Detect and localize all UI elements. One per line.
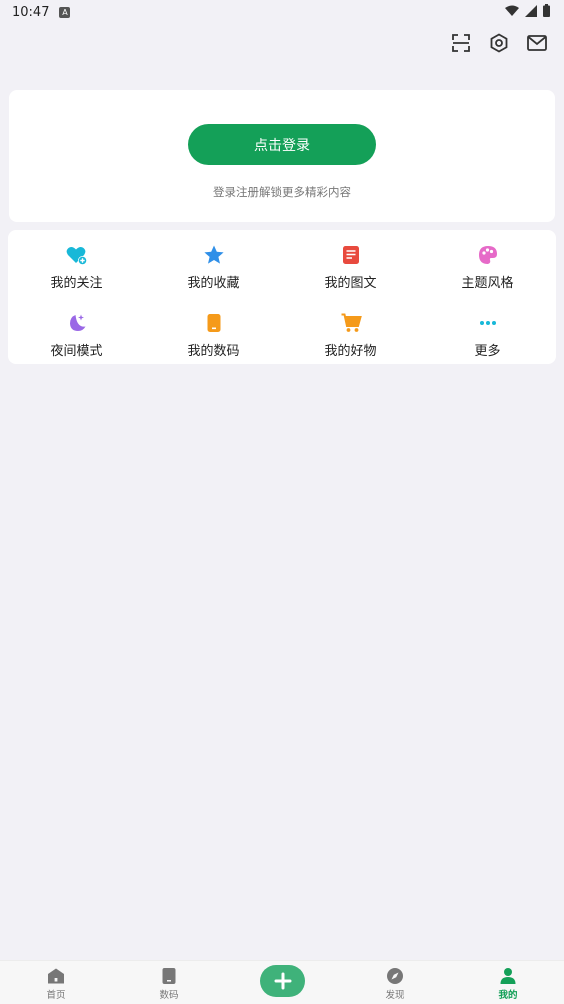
- moon-icon: [66, 312, 88, 334]
- nav-label: 数码: [159, 990, 179, 1001]
- signal-icon: [525, 4, 537, 17]
- gear-icon: [490, 33, 508, 53]
- nav-label: 首页: [46, 990, 66, 1001]
- phone-icon: [203, 312, 225, 334]
- nav-label: 我的: [498, 990, 518, 1001]
- menu-item-label: 夜间模式: [50, 344, 103, 359]
- wifi-icon: [505, 5, 519, 16]
- menu-item-label: 我的图文: [324, 276, 377, 291]
- menu-item-more[interactable]: 更多: [419, 312, 556, 359]
- login-button[interactable]: 点击登录: [188, 124, 376, 165]
- nav-devices[interactable]: 数码: [139, 967, 199, 1001]
- palette-icon: [477, 244, 499, 266]
- scan-button[interactable]: [450, 32, 472, 54]
- nav-discover[interactable]: 发现: [365, 967, 425, 1001]
- phone-icon: [162, 968, 176, 984]
- home-icon: [48, 968, 64, 984]
- star-icon: [203, 244, 225, 266]
- status-time: 10:47: [12, 4, 50, 20]
- battery-icon: [543, 4, 550, 17]
- cart-icon: [340, 312, 362, 334]
- menu-item-label: 我的好物: [324, 344, 377, 359]
- menu-item-night-mode[interactable]: 夜间模式: [8, 312, 145, 359]
- menu-item-following[interactable]: 我的关注: [8, 244, 145, 291]
- nav-label: 发现: [385, 990, 405, 1001]
- compass-icon: [387, 968, 403, 984]
- app-notification-icon: A: [59, 6, 71, 18]
- menu-item-label: 我的关注: [50, 276, 103, 291]
- mail-icon: [527, 35, 547, 51]
- menu-item-label: 我的数码: [187, 344, 240, 359]
- heart-plus-icon: [66, 244, 88, 266]
- menu-item-theme[interactable]: 主题风格: [419, 244, 556, 291]
- menu-item-devices[interactable]: 我的数码: [145, 312, 282, 359]
- status-indicators: [505, 4, 550, 17]
- login-card: 点击登录 登录注册解锁更多精彩内容: [9, 90, 555, 222]
- menu-item-label: 更多: [474, 344, 501, 359]
- feature-grid: 我的关注 我的收藏 我的图文 主题风格 夜间模式 我的数码 我的好物 更多: [8, 230, 556, 364]
- more-icon: [477, 312, 499, 334]
- create-post-button[interactable]: [260, 965, 305, 997]
- nav-home[interactable]: 首页: [26, 967, 86, 1001]
- menu-item-label: 主题风格: [461, 276, 514, 291]
- top-actions: [450, 32, 548, 54]
- status-bar: 10:47 A: [0, 0, 564, 24]
- settings-button[interactable]: [488, 32, 510, 54]
- document-icon: [340, 244, 362, 266]
- menu-item-goods[interactable]: 我的好物: [282, 312, 419, 359]
- user-icon: [500, 968, 516, 984]
- messages-button[interactable]: [526, 32, 548, 54]
- menu-item-label: 我的收藏: [187, 276, 240, 291]
- menu-item-favorites[interactable]: 我的收藏: [145, 244, 282, 291]
- plus-icon: [274, 972, 291, 990]
- scan-icon: [452, 34, 470, 52]
- menu-item-posts[interactable]: 我的图文: [282, 244, 419, 291]
- nav-me[interactable]: 我的: [478, 967, 538, 1001]
- login-hint: 登录注册解锁更多精彩内容: [213, 185, 351, 199]
